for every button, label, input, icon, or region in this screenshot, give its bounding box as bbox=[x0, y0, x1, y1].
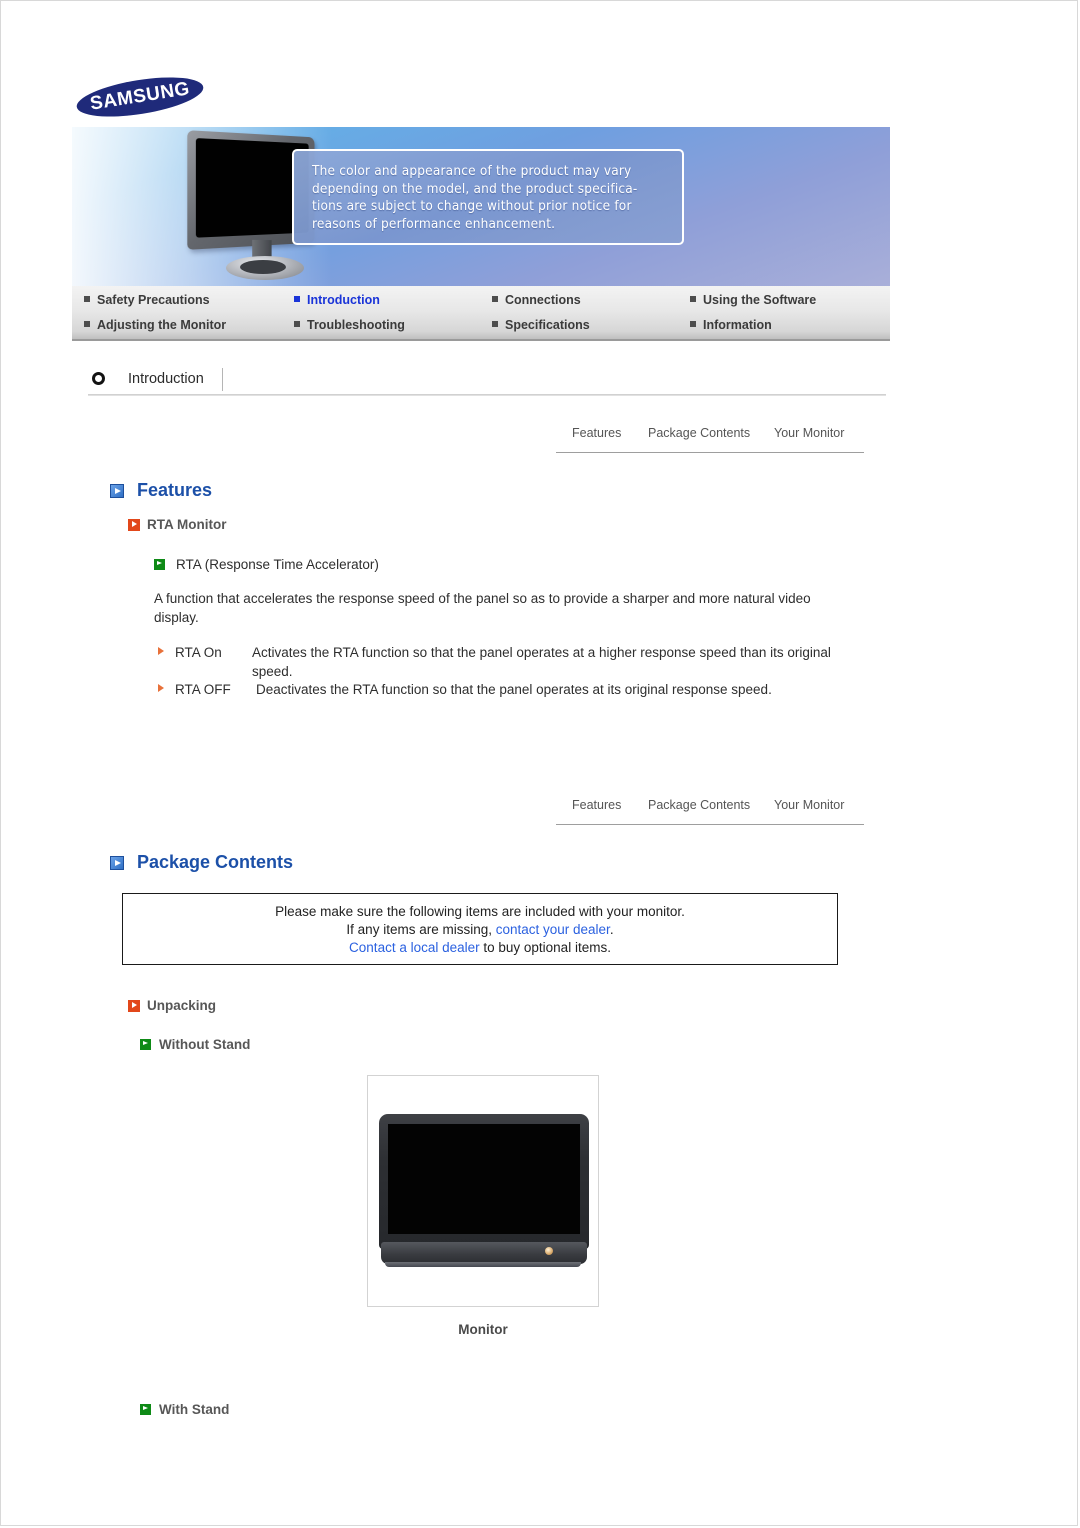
nav-label: Introduction bbox=[307, 293, 380, 307]
section-header: Introduction bbox=[88, 366, 888, 396]
nav-row-2: Adjusting the Monitor Troubleshooting Sp… bbox=[72, 312, 890, 338]
page-title: Introduction bbox=[128, 371, 204, 387]
nav-row-1: Safety Precautions Introduction Connecti… bbox=[72, 287, 890, 313]
banner-disclaimer-line-1: The color and appearance of the product … bbox=[312, 163, 632, 179]
contact-local-dealer-link[interactable]: Contact a local dealer bbox=[349, 940, 480, 955]
rta-description: A function that accelerates the response… bbox=[154, 591, 811, 625]
red-arrow-icon bbox=[128, 1000, 140, 1012]
monitor-screen bbox=[388, 1124, 580, 1234]
banner-monitor-base-inner bbox=[240, 260, 286, 274]
banner-disclaimer-line-3: tions are subject to change without prio… bbox=[312, 198, 632, 214]
subnav-item-features[interactable]: Features bbox=[572, 420, 621, 446]
blue-arrow-icon bbox=[110, 856, 124, 870]
triangle-bullet-icon bbox=[158, 684, 164, 692]
nav-item-introduction[interactable]: Introduction bbox=[294, 287, 380, 313]
notice-line-2: If any items are missing, contact your d… bbox=[123, 921, 837, 939]
bullet-square-icon bbox=[492, 321, 498, 327]
rta-on-label: RTA On bbox=[175, 645, 222, 660]
nav-label: Specifications bbox=[505, 318, 590, 332]
nav-item-specifications[interactable]: Specifications bbox=[492, 312, 590, 338]
hero-banner: The color and appearance of the product … bbox=[72, 127, 890, 286]
nav-label: Information bbox=[703, 318, 772, 332]
rta-monitor-subheading: RTA Monitor bbox=[147, 517, 227, 532]
notice-line-2-post: . bbox=[609, 922, 614, 937]
nav-item-adjusting-the-monitor[interactable]: Adjusting the Monitor bbox=[84, 312, 226, 338]
rta-off-label: RTA OFF bbox=[175, 682, 231, 697]
rta-off-description: Deactivates the RTA function so that the… bbox=[256, 682, 772, 697]
subnav-item-your-monitor[interactable]: Your Monitor bbox=[774, 792, 844, 818]
power-led-icon bbox=[545, 1247, 553, 1255]
triangle-bullet-icon bbox=[158, 647, 164, 655]
subnav-package-contents: Features Package Contents Your Monitor bbox=[556, 792, 864, 825]
notice-line-1: Please make sure the following items are… bbox=[275, 904, 685, 919]
unpacking-subheading: Unpacking bbox=[147, 998, 217, 1013]
section-divider-vertical bbox=[222, 368, 223, 391]
bullet-square-icon bbox=[84, 321, 90, 327]
banner-disclaimer-box: The color and appearance of the product … bbox=[292, 149, 684, 245]
main-navigation: Safety Precautions Introduction Connecti… bbox=[72, 286, 890, 341]
nav-item-using-the-software[interactable]: Using the Software bbox=[690, 287, 816, 313]
without-stand-subheading: Without Stand bbox=[159, 1037, 251, 1052]
bullet-square-icon bbox=[294, 321, 300, 327]
notice-line-3-post: to buy optional items. bbox=[479, 940, 611, 955]
subnav-item-package-contents[interactable]: Package Contents bbox=[648, 420, 750, 446]
package-notice-box: Please make sure the following items are… bbox=[122, 893, 838, 965]
monitor-chin bbox=[381, 1242, 587, 1264]
notice-line-3: Contact a local dealer to buy optional i… bbox=[123, 939, 837, 957]
subnav-item-package-contents[interactable]: Package Contents bbox=[648, 792, 750, 818]
bullet-square-icon bbox=[690, 321, 696, 327]
samsung-logo: SAMSUNG bbox=[74, 70, 206, 124]
monitor-figure-box bbox=[367, 1075, 599, 1307]
nav-item-information[interactable]: Information bbox=[690, 312, 772, 338]
nav-item-safety-precautions[interactable]: Safety Precautions bbox=[84, 287, 210, 313]
bullet-square-icon bbox=[492, 296, 498, 302]
contact-your-dealer-link[interactable]: contact your dealer bbox=[496, 922, 610, 937]
subnav-features: Features Package Contents Your Monitor bbox=[556, 420, 864, 453]
nav-item-connections[interactable]: Connections bbox=[492, 287, 581, 313]
rta-full-name: RTA (Response Time Accelerator) bbox=[176, 557, 379, 572]
monitor-product-illustration bbox=[379, 1114, 589, 1272]
ring-icon bbox=[92, 372, 105, 385]
blue-arrow-icon bbox=[110, 484, 124, 498]
bullet-square-icon bbox=[294, 296, 300, 302]
monitor-foot bbox=[385, 1262, 581, 1267]
green-arrow-icon bbox=[154, 559, 165, 570]
logo-text: SAMSUNG bbox=[88, 78, 192, 115]
nav-item-troubleshooting[interactable]: Troubleshooting bbox=[294, 312, 405, 338]
monitor-bezel bbox=[379, 1114, 589, 1249]
subnav-item-your-monitor[interactable]: Your Monitor bbox=[774, 420, 844, 446]
bullet-square-icon bbox=[84, 296, 90, 302]
with-stand-subheading: With Stand bbox=[159, 1402, 230, 1417]
banner-disclaimer-line-2: depending on the model, and the product … bbox=[312, 180, 638, 197]
notice-line-2-pre: If any items are missing, bbox=[346, 922, 496, 937]
nav-label: Connections bbox=[505, 293, 581, 307]
nav-label: Troubleshooting bbox=[307, 318, 405, 332]
green-arrow-icon bbox=[140, 1404, 151, 1415]
bullet-square-icon bbox=[690, 296, 696, 302]
nav-label: Using the Software bbox=[703, 293, 817, 307]
package-contents-heading: Package Contents bbox=[137, 852, 294, 872]
features-heading: Features bbox=[137, 480, 213, 500]
monitor-figure-caption: Monitor bbox=[458, 1322, 508, 1337]
subnav-item-features[interactable]: Features bbox=[572, 792, 621, 818]
rta-on-description: Activates the RTA function so that the p… bbox=[252, 645, 831, 679]
nav-label: Adjusting the Monitor bbox=[97, 318, 227, 332]
nav-label: Safety Precautions bbox=[97, 293, 210, 307]
section-divider-horizontal bbox=[88, 394, 886, 396]
red-arrow-icon bbox=[128, 519, 140, 531]
banner-disclaimer-line-4: reasons of performance enhancement. bbox=[312, 215, 556, 232]
green-arrow-icon bbox=[140, 1039, 151, 1050]
